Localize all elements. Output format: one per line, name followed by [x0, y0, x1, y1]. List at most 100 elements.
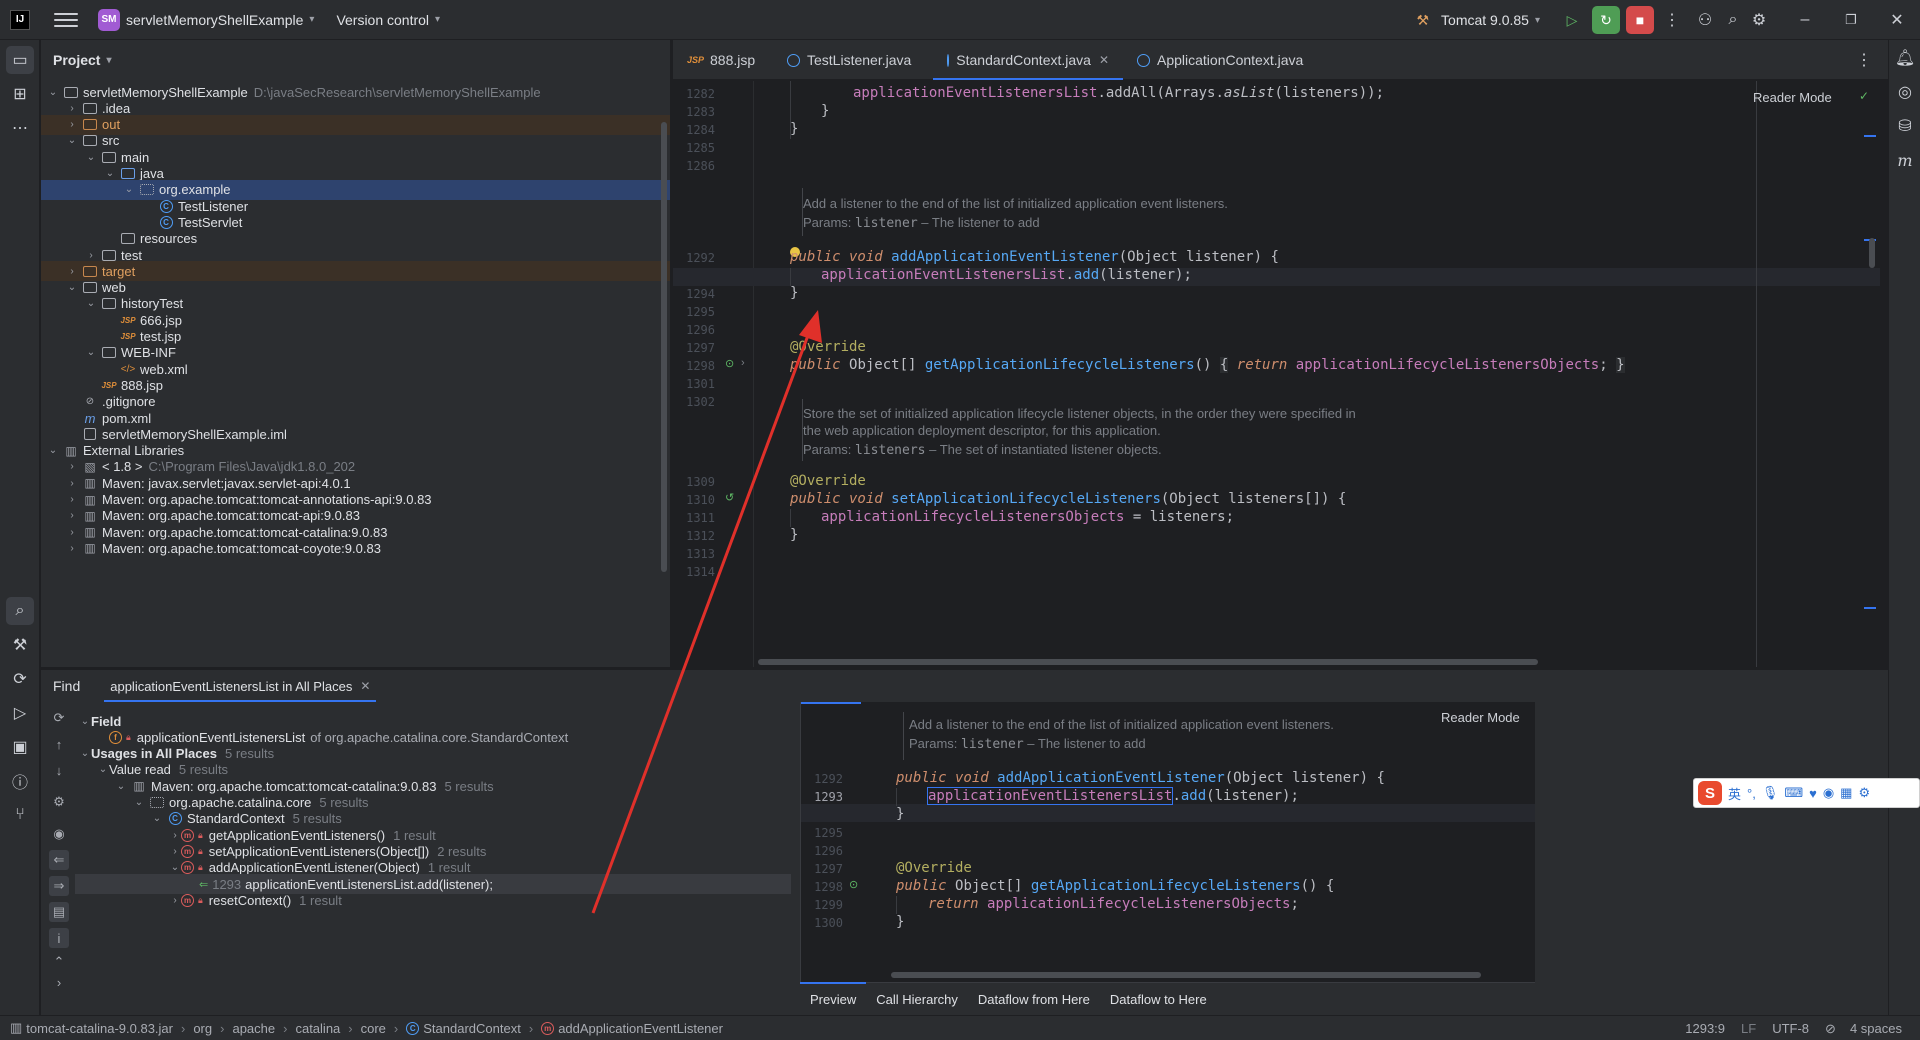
- editor-hscrollbar[interactable]: [758, 659, 1538, 665]
- line-number[interactable]: 1285: [673, 141, 715, 155]
- chevron-down-icon[interactable]: ⌄: [79, 748, 91, 759]
- game-icon[interactable]: ◉: [1823, 785, 1834, 801]
- more-vertical-icon[interactable]: ⋮: [1654, 6, 1690, 34]
- preview-tab[interactable]: Dataflow to Here: [1100, 983, 1217, 1017]
- chevron-down-icon[interactable]: ▾: [435, 14, 440, 25]
- override-marker-icon[interactable]: ⊙: [725, 357, 734, 370]
- ai-assistant-icon[interactable]: ◎: [1891, 78, 1919, 106]
- chevron-down-icon[interactable]: ⌄: [123, 184, 135, 195]
- line-number[interactable]: 1311: [673, 511, 715, 525]
- preview-tab[interactable]: Call Hierarchy: [866, 983, 968, 1017]
- reader-mode-button[interactable]: Reader Mode: [1441, 710, 1520, 725]
- problems-tool-icon[interactable]: ⓘ: [6, 767, 34, 795]
- line-number[interactable]: 1314: [673, 565, 715, 579]
- line-number[interactable]: 1298: [673, 359, 715, 373]
- fold-icon[interactable]: ›: [741, 357, 745, 369]
- code-line[interactable]: applicationLifecycleListenersObjects = l…: [821, 509, 1234, 525]
- editor-scrollbar[interactable]: [1869, 238, 1875, 268]
- line-number[interactable]: 1310: [673, 493, 715, 507]
- chevron-down-icon[interactable]: ▾: [1535, 15, 1540, 26]
- editor-tab[interactable]: ApplicationContext.java: [1123, 40, 1323, 80]
- code-line[interactable]: return applicationLifecycleListenersObje…: [928, 896, 1299, 912]
- rerun-icon[interactable]: ⟳: [49, 708, 69, 728]
- ime-gear-icon[interactable]: ⚙: [1858, 785, 1870, 801]
- breadcrumb-item[interactable]: org: [193, 1021, 212, 1036]
- implements-marker-icon[interactable]: ↺: [725, 491, 734, 504]
- code-line[interactable]: applicationEventListenersList.add(listen…: [926, 787, 1299, 805]
- breadcrumb-item[interactable]: StandardContext: [423, 1021, 521, 1036]
- preview-hscrollbar[interactable]: [891, 972, 1481, 978]
- line-number[interactable]: 1313: [673, 547, 715, 561]
- skin-icon[interactable]: ♥: [1809, 786, 1817, 801]
- intellij-logo-icon[interactable]: IJ: [10, 9, 30, 30]
- chevron-right-icon[interactable]: ›: [169, 895, 181, 906]
- breadcrumb-item[interactable]: addApplicationEventListener: [558, 1021, 723, 1036]
- minimize-icon[interactable]: –: [1782, 6, 1828, 34]
- tabs-more-icon[interactable]: ⋮: [1856, 50, 1872, 70]
- arrow-down-icon[interactable]: ↓: [49, 760, 69, 780]
- chevron-down-icon[interactable]: ⌄: [85, 152, 97, 163]
- breadcrumb-item[interactable]: apache: [232, 1021, 275, 1036]
- line-number[interactable]: 1298: [801, 880, 843, 894]
- line-number[interactable]: 1299: [801, 898, 843, 912]
- line-number[interactable]: 1283: [673, 105, 715, 119]
- settings-icon[interactable]: ⚙: [49, 792, 69, 812]
- toolbox-icon[interactable]: ▦: [1840, 785, 1852, 801]
- project-tool-icon[interactable]: ▭: [6, 46, 34, 74]
- line-number[interactable]: 1309: [673, 475, 715, 489]
- chevron-right-icon[interactable]: ›: [66, 478, 78, 489]
- breadcrumb-item[interactable]: catalina: [295, 1021, 340, 1036]
- find-tool-icon[interactable]: ⌕: [6, 597, 34, 625]
- editor-tab[interactable]: JSP 888.jsp: [673, 40, 773, 80]
- code-line[interactable]: public void setApplicationLifecycleListe…: [790, 491, 1346, 507]
- stop-icon[interactable]: ■: [1626, 6, 1654, 34]
- line-number[interactable]: 1295: [801, 826, 843, 840]
- chevron-down-icon[interactable]: ⌄: [151, 813, 163, 824]
- maven-icon[interactable]: m: [1891, 146, 1919, 174]
- chevron-down-icon[interactable]: ⌄: [47, 445, 59, 456]
- find-results-tab[interactable]: applicationEventListenersList in All Pla…: [104, 670, 377, 702]
- services-tool-icon[interactable]: ⟳: [6, 665, 34, 693]
- line-number[interactable]: 1297: [673, 341, 715, 355]
- run-configuration[interactable]: Tomcat 9.0.85: [1441, 12, 1529, 28]
- chevron-right-icon[interactable]: ›: [85, 250, 97, 261]
- gear-icon[interactable]: ⚙: [1746, 6, 1772, 34]
- code-line[interactable]: }: [790, 121, 798, 137]
- keyboard-icon[interactable]: ⌨: [1784, 785, 1803, 801]
- build-tool-icon[interactable]: ⚒: [6, 631, 34, 659]
- arrow-up-icon[interactable]: ↑: [49, 734, 69, 754]
- chevron-right-icon[interactable]: ›: [66, 103, 78, 114]
- chevron-right-icon[interactable]: ›: [169, 846, 181, 857]
- code-line[interactable]: applicationEventListenersList.addAll(Arr…: [853, 85, 1384, 101]
- code-line[interactable]: applicationEventListenersList.add(listen…: [821, 267, 1192, 283]
- reader-mode-button[interactable]: Reader Mode: [1753, 90, 1832, 105]
- editor-body[interactable]: 1282128312841285128612921293129412951296…: [673, 81, 1888, 667]
- project-name[interactable]: servletMemoryShellExample: [126, 12, 303, 28]
- line-number[interactable]: 1312: [673, 529, 715, 543]
- file-encoding[interactable]: UTF-8: [1772, 1021, 1809, 1036]
- close-icon[interactable]: ✕: [1874, 6, 1920, 34]
- punctuation-icon[interactable]: °,: [1747, 786, 1756, 801]
- line-number[interactable]: 1301: [673, 377, 715, 391]
- tree-item[interactable]: › ▥ Maven: org.apache.tomcat:tomcat-coyote…: [41, 538, 670, 558]
- chevron-down-icon[interactable]: ⌄: [66, 135, 78, 146]
- breadcrumb-item[interactable]: tomcat-catalina-9.0.83.jar: [26, 1021, 173, 1036]
- line-separator[interactable]: LF: [1741, 1021, 1756, 1036]
- chevron-down-icon[interactable]: ⌄: [47, 87, 59, 98]
- caret-position[interactable]: 1293:9: [1685, 1021, 1725, 1036]
- line-number[interactable]: 1295: [673, 305, 715, 319]
- code-line[interactable]: public Object[] getApplicationLifecycleL…: [896, 878, 1334, 894]
- override-marker-icon[interactable]: ⊙: [849, 878, 858, 891]
- chevron-down-icon[interactable]: ⌄: [169, 862, 181, 873]
- close-icon[interactable]: ✕: [360, 679, 370, 693]
- indent-setting[interactable]: 4 spaces: [1850, 1021, 1902, 1036]
- chevron-down-icon[interactable]: ⌄: [104, 168, 116, 179]
- chevron-down-icon[interactable]: ▾: [309, 14, 314, 25]
- chevron-down-icon[interactable]: ⌄: [115, 781, 127, 792]
- line-number[interactable]: 1292: [801, 772, 843, 786]
- line-number[interactable]: 1296: [801, 844, 843, 858]
- chevron-down-icon[interactable]: ▾: [106, 55, 111, 66]
- code-line[interactable]: public Object[] getApplicationLifecycleL…: [790, 357, 1625, 373]
- project-scrollbar[interactable]: [661, 122, 667, 572]
- javadoc-block[interactable]: Store the set of initialized application…: [803, 405, 1503, 459]
